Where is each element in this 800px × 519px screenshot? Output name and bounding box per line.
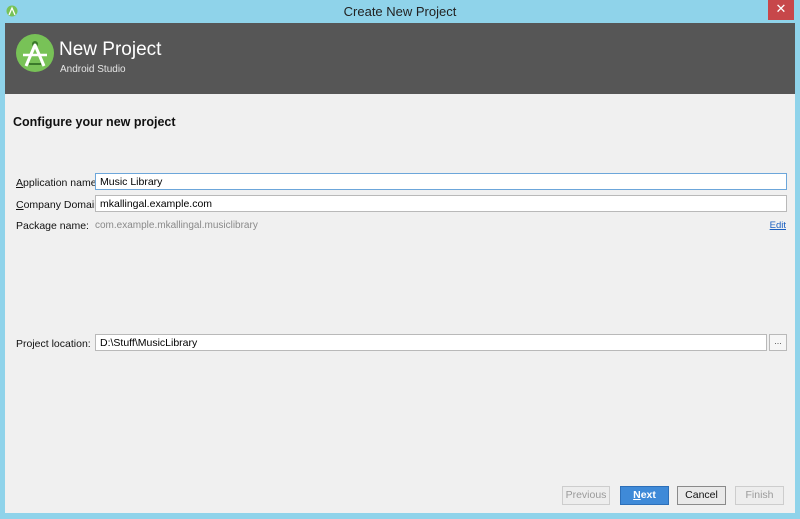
header-banner: New Project Android Studio (5, 23, 795, 94)
company-domain-input[interactable] (95, 195, 787, 212)
application-name-mnemonic: A (16, 177, 24, 189)
application-name-label-text: pplication name: (23, 177, 100, 189)
dialog-body: New Project Android Studio Configure you… (5, 23, 795, 514)
android-studio-logo (16, 34, 54, 72)
close-icon: ✕ (775, 2, 787, 17)
company-domain-label: Company Domain: (16, 199, 103, 211)
banner-title: New Project (59, 39, 162, 60)
project-location-input[interactable] (95, 334, 767, 351)
next-button[interactable]: Next (620, 486, 669, 505)
project-location-label: Project location: (16, 338, 91, 350)
close-button[interactable]: ✕ (768, 0, 794, 20)
next-button-text: ext (640, 489, 656, 501)
package-name-value: com.example.mkallingal.musiclibrary (95, 220, 258, 231)
application-name-label: Application name: (16, 177, 99, 189)
cancel-button[interactable]: Cancel (677, 486, 726, 505)
previous-button[interactable]: Previous (562, 486, 610, 505)
browse-location-button[interactable]: ... (769, 334, 787, 351)
next-mnemonic: N (633, 489, 641, 501)
company-domain-label-text: ompany Domain: (23, 199, 103, 211)
create-project-window: Create New Project ✕ New Project Android… (0, 0, 800, 519)
banner-subtitle: Android Studio (60, 64, 126, 75)
window-title: Create New Project (343, 4, 457, 19)
finish-button[interactable]: Finish (735, 486, 784, 505)
company-domain-mnemonic: C (16, 199, 24, 211)
section-title: Configure your new project (13, 115, 176, 129)
title-bar[interactable]: Create New Project ✕ (0, 0, 800, 23)
application-name-input[interactable] (95, 173, 787, 190)
package-name-label: Package name: (16, 220, 89, 232)
edit-package-link[interactable]: Edit (770, 220, 786, 231)
